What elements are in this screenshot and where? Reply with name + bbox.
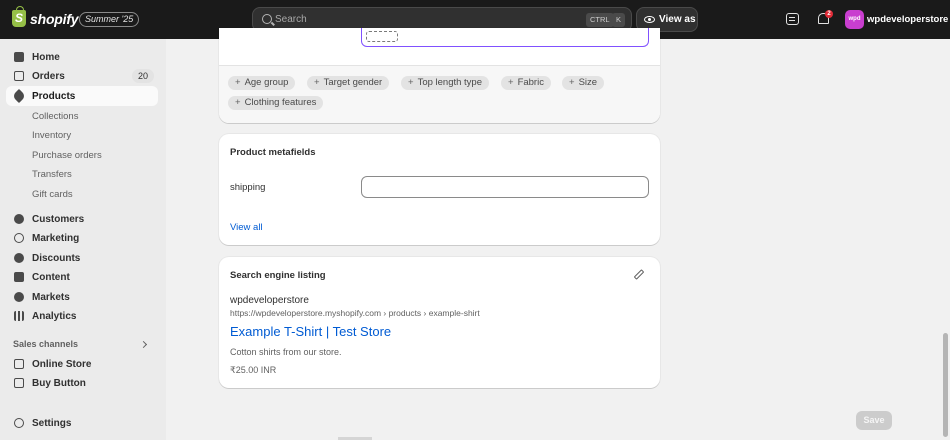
view-as-label: View as [659, 14, 696, 25]
shortcut-ctrl-key: CTRL [586, 13, 614, 27]
chevron-right-icon[interactable] [139, 340, 148, 349]
pencil-icon[interactable] [633, 269, 645, 280]
add-size-chip[interactable]: Size [562, 76, 605, 90]
sidebar: Home Orders 20 Products Collections Inve… [0, 39, 166, 440]
sidebar-item-label: Analytics [32, 310, 77, 322]
sidebar-item-label: Marketing [32, 232, 80, 244]
home-icon [14, 52, 24, 62]
discount-icon [14, 253, 24, 263]
sidebar-item-online-store[interactable]: Online Store [6, 354, 158, 374]
sidebar-item-settings[interactable]: Settings [6, 413, 158, 433]
shortcut-k-key: K [612, 13, 626, 27]
content-icon [14, 272, 24, 282]
sidebar-item-label: Online Store [32, 358, 92, 370]
seo-url: https://wpdeveloperstore.myshopify.com ›… [230, 308, 480, 318]
sidebar-item-markets[interactable]: Markets [6, 287, 158, 307]
sidebar-item-products[interactable]: Products [6, 86, 158, 106]
sidekick-icon[interactable] [786, 13, 799, 25]
sidebar-item-content[interactable]: Content [6, 267, 158, 287]
sidebar-item-analytics[interactable]: Analytics [6, 306, 158, 326]
seo-description: Cotton shirts from our store. [230, 347, 342, 357]
orders-count-badge: 20 [131, 69, 154, 83]
sidebar-item-marketing[interactable]: Marketing [6, 228, 158, 248]
sidebar-item-customers[interactable]: Customers [6, 209, 158, 229]
edition-badge[interactable]: Summer '25 [79, 12, 140, 27]
sidebar-item-label: Discounts [32, 252, 81, 264]
add-target-gender-chip[interactable]: Target gender [307, 76, 390, 90]
target-icon [14, 233, 24, 243]
search-icon [262, 14, 272, 24]
sidebar-item-discounts[interactable]: Discounts [6, 248, 158, 268]
eye-icon [644, 16, 655, 23]
category-attributes-card: Age group Target gender Top length type … [219, 28, 660, 123]
seo-price: ₹25.00 INR [230, 365, 277, 375]
store-avatar[interactable]: wpd [845, 10, 864, 29]
sidebar-item-home[interactable]: Home [6, 47, 158, 67]
logo-text: shopify [30, 10, 79, 27]
page-scrollbar[interactable] [943, 333, 948, 437]
sidebar-item-inventory[interactable]: Inventory [6, 125, 158, 145]
sidebar-item-label: Markets [32, 291, 70, 303]
chart-icon [14, 311, 24, 321]
sidebar-item-label: Content [32, 271, 70, 283]
shipping-label: shipping [230, 182, 266, 193]
seo-card-title: Search engine listing [230, 270, 326, 281]
globe-icon [14, 292, 24, 302]
sidebar-item-label: Customers [32, 213, 85, 225]
seo-store-name: wpdeveloperstore [230, 295, 309, 306]
metafields-title: Product metafields [230, 147, 316, 158]
attribute-chip-area [219, 66, 660, 123]
shopify-logo[interactable]: S shopify [12, 6, 79, 27]
scrolled-attribute-input[interactable] [361, 28, 649, 47]
add-fabric-chip[interactable]: Fabric [501, 76, 551, 90]
seo-page-title: Example T-Shirt | Test Store [230, 324, 392, 339]
sidebar-item-buy-button[interactable]: Buy Button [6, 373, 158, 393]
sidebar-item-label: Inventory [32, 129, 72, 141]
add-top-length-type-chip[interactable]: Top length type [401, 76, 489, 90]
person-icon [14, 214, 24, 224]
sidebar-item-transfers[interactable]: Transfers [6, 164, 158, 184]
sidebar-item-purchase-orders[interactable]: Purchase orders [6, 145, 158, 165]
sales-channels-heading[interactable]: Sales channels [13, 339, 78, 349]
sidebar-item-label: Products [32, 90, 76, 102]
view-all-link[interactable]: View all [230, 222, 263, 233]
sidebar-item-label: Home [32, 51, 60, 63]
save-button[interactable]: Save [856, 411, 892, 430]
sidebar-item-label: Settings [32, 417, 72, 429]
shipping-input[interactable] [361, 176, 649, 198]
add-clothing-features-chip[interactable]: Clothing features [228, 96, 324, 110]
store-name[interactable]: wpdeveloperstore [867, 14, 948, 25]
sidebar-item-collections[interactable]: Collections [6, 106, 158, 126]
store-icon [14, 359, 24, 369]
tag-icon [11, 88, 27, 104]
sidebar-item-label: Collections [32, 110, 79, 122]
sidebar-item-label: Buy Button [32, 377, 86, 389]
gear-icon [14, 418, 24, 428]
sidebar-item-label: Purchase orders [32, 149, 102, 161]
search-engine-listing-card: Search engine listing wpdeveloperstore h… [219, 257, 660, 388]
buy-button-icon [14, 378, 24, 388]
product-metafields-card: Product metafields shipping View all [219, 134, 660, 245]
sidebar-item-label: Transfers [32, 168, 72, 180]
notification-badge: 2 [825, 10, 833, 18]
sidebar-item-gift-cards[interactable]: Gift cards [6, 184, 158, 204]
sidebar-item-label: Gift cards [32, 188, 73, 200]
add-age-group-chip[interactable]: Age group [228, 76, 296, 90]
orders-icon [14, 71, 24, 81]
scrolled-attribute-row [219, 28, 660, 66]
sidebar-item-label: Orders [32, 70, 65, 82]
shopify-bag-icon: S [12, 6, 26, 27]
sidebar-item-orders[interactable]: Orders 20 [6, 66, 158, 86]
search-placeholder: Search [275, 14, 307, 25]
